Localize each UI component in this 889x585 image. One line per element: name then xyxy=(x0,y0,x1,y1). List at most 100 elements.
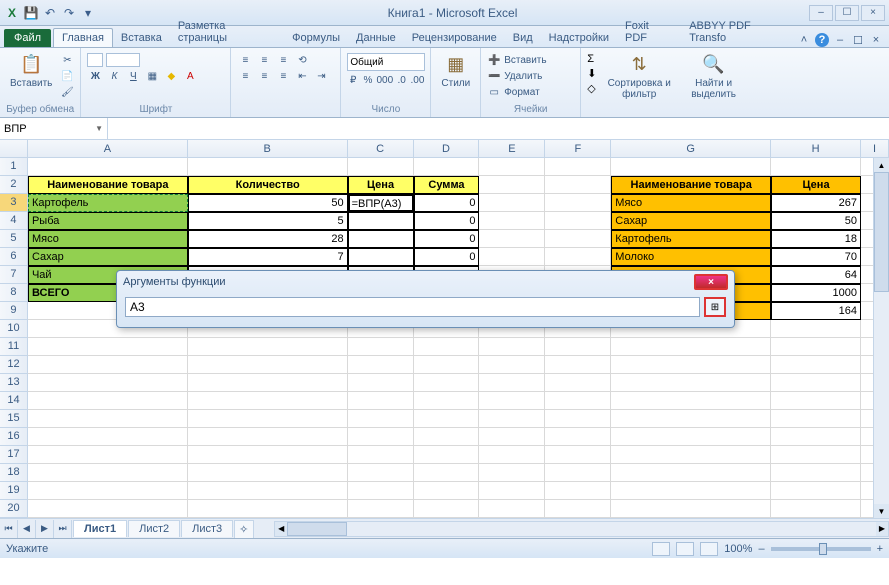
col-header-h[interactable]: H xyxy=(771,140,861,157)
cell[interactable] xyxy=(611,158,771,176)
cell[interactable] xyxy=(348,446,414,464)
cell[interactable]: Наименование товара xyxy=(611,176,771,194)
row-header[interactable]: 20 xyxy=(0,500,28,518)
function-arguments-dialog[interactable]: Аргументы функции × ⊞ xyxy=(116,270,735,328)
cell[interactable]: 164 xyxy=(771,302,861,320)
zoom-slider-thumb[interactable] xyxy=(819,543,827,555)
col-header-c[interactable]: C xyxy=(348,140,414,157)
tab-insert[interactable]: Вставка xyxy=(113,29,170,47)
cell[interactable]: 50 xyxy=(771,212,861,230)
cell[interactable] xyxy=(545,248,611,266)
cell[interactable] xyxy=(611,446,771,464)
cell[interactable] xyxy=(545,212,611,230)
sheet-nav-prev-icon[interactable]: ◀ xyxy=(18,520,36,538)
scroll-thumb[interactable] xyxy=(874,172,889,292)
hscroll-thumb[interactable] xyxy=(287,522,347,536)
cell[interactable] xyxy=(771,464,861,482)
col-header-b[interactable]: B xyxy=(188,140,348,157)
styles-button[interactable]: ▦ Стили xyxy=(437,50,474,91)
dialog-close-button[interactable]: × xyxy=(694,274,728,290)
cell[interactable] xyxy=(348,338,414,356)
cell[interactable]: 267 xyxy=(771,194,861,212)
cell[interactable]: Сахар xyxy=(611,212,771,230)
cell[interactable] xyxy=(545,464,611,482)
cell[interactable] xyxy=(414,338,480,356)
cell[interactable] xyxy=(479,446,545,464)
cell[interactable] xyxy=(188,428,348,446)
scroll-right-icon[interactable]: ▶ xyxy=(876,522,888,536)
cell[interactable]: 18 xyxy=(771,230,861,248)
copy-button[interactable]: 📄 xyxy=(60,69,74,83)
cell[interactable]: 0 xyxy=(414,230,480,248)
sheet-tab-1[interactable]: Лист1 xyxy=(73,520,127,537)
close-button[interactable]: × xyxy=(861,5,885,21)
sheet-nav-next-icon[interactable]: ▶ xyxy=(36,520,54,538)
cell[interactable] xyxy=(545,176,611,194)
view-page-break-button[interactable] xyxy=(700,542,718,556)
cell[interactable] xyxy=(348,374,414,392)
row-header[interactable]: 11 xyxy=(0,338,28,356)
delete-cells-button[interactable]: ➖Удалить xyxy=(487,69,574,83)
row-header[interactable]: 19 xyxy=(0,482,28,500)
cell[interactable] xyxy=(611,410,771,428)
ribbon-minimize-icon[interactable]: ˄ xyxy=(797,33,811,47)
tab-page-layout[interactable]: Разметка страницы xyxy=(170,17,284,47)
cell[interactable]: 0 xyxy=(414,212,480,230)
cell[interactable] xyxy=(479,410,545,428)
row-header[interactable]: 5 xyxy=(0,230,28,248)
inc-decimal-icon[interactable]: .0 xyxy=(396,73,408,87)
fill-button[interactable]: ⬇ xyxy=(587,67,596,80)
cell[interactable] xyxy=(28,464,188,482)
align-right-icon[interactable]: ≡ xyxy=(275,69,291,83)
cell[interactable] xyxy=(28,446,188,464)
cell[interactable] xyxy=(771,338,861,356)
align-top-icon[interactable]: ≡ xyxy=(237,53,253,67)
cell[interactable]: 0 xyxy=(414,194,480,212)
cell[interactable] xyxy=(414,446,480,464)
row-header[interactable]: 12 xyxy=(0,356,28,374)
cell[interactable] xyxy=(611,500,771,518)
cell[interactable] xyxy=(414,374,480,392)
cell[interactable] xyxy=(188,374,348,392)
view-page-layout-button[interactable] xyxy=(676,542,694,556)
cell[interactable] xyxy=(771,374,861,392)
doc-max-icon[interactable]: ☐ xyxy=(851,33,865,47)
underline-button[interactable]: Ч xyxy=(125,69,141,83)
cell[interactable] xyxy=(771,428,861,446)
cell[interactable] xyxy=(28,356,188,374)
cell[interactable] xyxy=(479,464,545,482)
bold-button[interactable]: Ж xyxy=(87,69,103,83)
find-select-button[interactable]: 🔍 Найти и выделить xyxy=(682,50,745,102)
autosum-button[interactable]: Σ xyxy=(587,53,596,65)
indent-dec-icon[interactable]: ⇤ xyxy=(294,69,310,83)
cell[interactable] xyxy=(771,410,861,428)
redo-icon[interactable]: ↷ xyxy=(61,5,77,21)
dialog-range-input[interactable] xyxy=(125,297,700,317)
cell[interactable]: Мясо xyxy=(611,194,771,212)
cell[interactable] xyxy=(188,392,348,410)
undo-icon[interactable]: ↶ xyxy=(42,5,58,21)
select-all-corner[interactable] xyxy=(0,140,28,157)
cell[interactable] xyxy=(771,482,861,500)
cell[interactable] xyxy=(414,356,480,374)
cell[interactable] xyxy=(545,356,611,374)
cell[interactable] xyxy=(479,374,545,392)
tab-addins[interactable]: Надстройки xyxy=(541,29,617,47)
cell[interactable]: Цена xyxy=(771,176,861,194)
sheet-nav-last-icon[interactable]: ⏭ xyxy=(54,520,72,538)
cell[interactable]: 1000 xyxy=(771,284,861,302)
align-bot-icon[interactable]: ≡ xyxy=(275,53,291,67)
row-header[interactable]: 6 xyxy=(0,248,28,266)
formula-bar[interactable] xyxy=(108,118,889,139)
cell[interactable]: Сахар xyxy=(28,248,188,266)
zoom-in-button[interactable]: + xyxy=(877,543,883,555)
cell[interactable] xyxy=(188,338,348,356)
cell-a3-selected[interactable]: Картофель xyxy=(28,194,188,212)
zoom-slider[interactable] xyxy=(771,547,871,551)
cell[interactable] xyxy=(545,158,611,176)
font-name-combo[interactable] xyxy=(87,53,103,67)
sort-filter-button[interactable]: ⇅ Сортировка и фильтр xyxy=(602,50,676,102)
cell[interactable] xyxy=(188,356,348,374)
cell[interactable] xyxy=(771,446,861,464)
clear-button[interactable]: ◇ xyxy=(587,82,596,95)
